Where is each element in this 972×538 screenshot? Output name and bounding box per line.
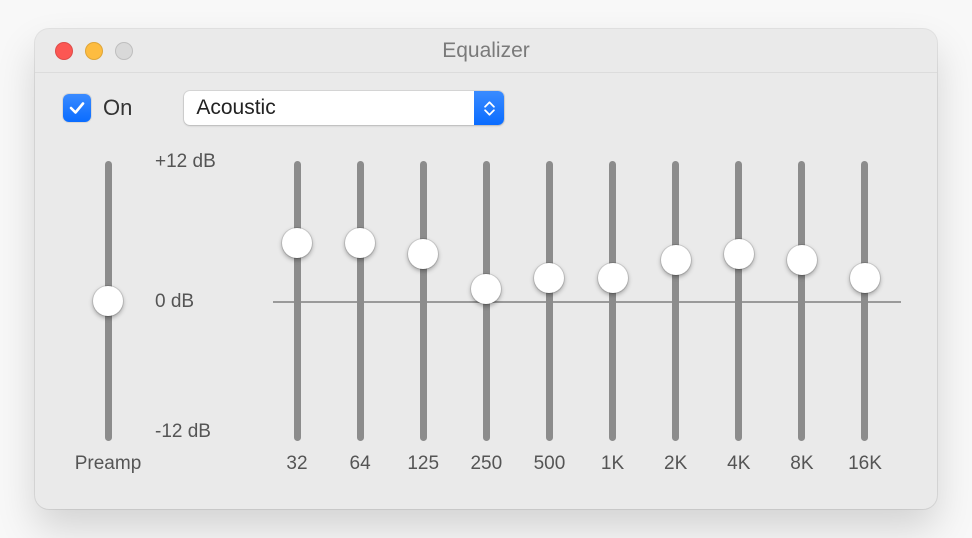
preamp-slider[interactable] [105,161,112,441]
band-thumb[interactable] [598,263,628,293]
on-checkbox[interactable] [63,94,91,122]
band-slider[interactable] [609,161,616,441]
band-freq-label: 64 [336,453,384,475]
band-thumb[interactable] [724,239,754,269]
equalizer-window: Equalizer On Acoustic +12 dB 0 dB -12 dB [35,29,937,509]
preamp-slider-col [63,143,153,441]
band-slider-col [841,143,889,441]
band-slider[interactable] [420,161,427,441]
band-thumb[interactable] [408,239,438,269]
band-freq-label: 1K [589,453,637,475]
band-slider-col [652,143,700,441]
band-freq-label: 125 [399,453,447,475]
band-freq-label: 32 [273,453,321,475]
band-slider[interactable] [672,161,679,441]
band-thumb[interactable] [850,263,880,293]
zoom-icon[interactable] [115,42,133,60]
band-slider[interactable] [735,161,742,441]
band-freq-label: 4K [715,453,763,475]
band-thumb[interactable] [282,228,312,258]
preset-dropdown[interactable]: Acoustic [184,91,504,125]
preamp-label: Preamp [63,453,153,475]
band-slider-col [273,143,321,441]
sliders-row [63,143,909,443]
band-slider-col [399,143,447,441]
titlebar: Equalizer [35,29,937,73]
band-thumb[interactable] [471,274,501,304]
band-labels-row: Preamp 32 64 125 250 500 1K 2K 4K 8K 16K [63,453,909,475]
band-slider[interactable] [294,161,301,441]
close-icon[interactable] [55,42,73,60]
band-slider-col [715,143,763,441]
band-slider-col [525,143,573,441]
band-freq-label: 16K [841,453,889,475]
window-controls [35,42,133,60]
band-thumb[interactable] [661,245,691,275]
band-slider[interactable] [357,161,364,441]
band-slider[interactable] [861,161,868,441]
window-title: Equalizer [35,39,937,63]
band-freq-label: 500 [525,453,573,475]
band-slider[interactable] [798,161,805,441]
band-freq-label: 250 [462,453,510,475]
band-freq-label: 8K [778,453,826,475]
checkmark-icon [68,99,86,117]
band-thumb[interactable] [345,228,375,258]
band-slider-col [336,143,384,441]
band-thumb[interactable] [787,245,817,275]
band-thumb[interactable] [534,263,564,293]
band-slider[interactable] [546,161,553,441]
on-label: On [103,95,132,121]
band-freq-label: 2K [652,453,700,475]
band-slider[interactable] [483,161,490,441]
band-slider-col [778,143,826,441]
dropdown-arrows-icon [474,91,504,125]
band-slider-col [589,143,637,441]
controls-row: On Acoustic [35,73,937,125]
minimize-icon[interactable] [85,42,103,60]
band-slider-col [462,143,510,441]
preamp-thumb[interactable] [93,286,123,316]
equalizer-area: +12 dB 0 dB -12 dB Preamp 32641252505001… [63,143,909,473]
preset-selected: Acoustic [184,91,474,125]
